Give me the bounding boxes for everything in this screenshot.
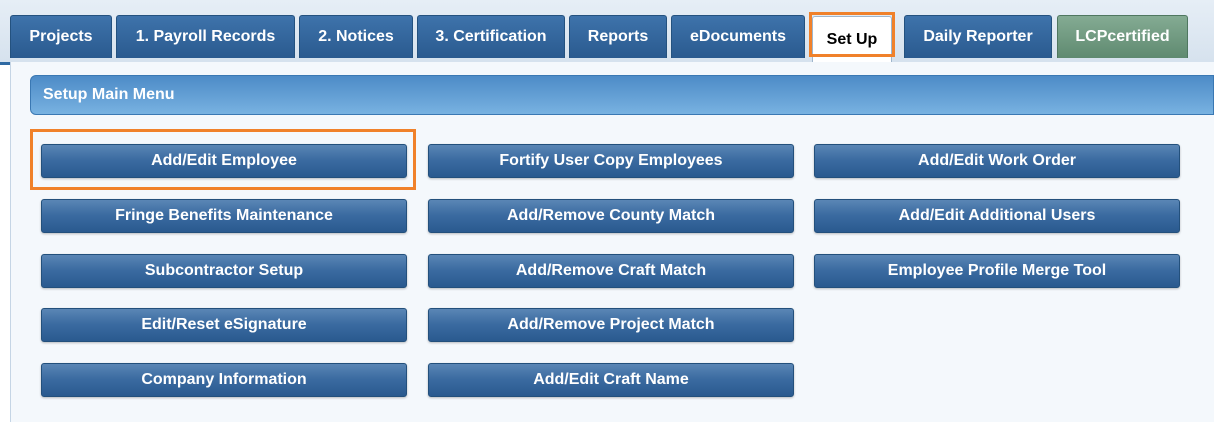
tab-payroll-records[interactable]: 1. Payroll Records: [116, 15, 295, 58]
add-edit-employee-button[interactable]: Add/Edit Employee: [41, 144, 407, 178]
edit-reset-esignature-button[interactable]: Edit/Reset eSignature: [41, 308, 407, 342]
company-information-button[interactable]: Company Information: [41, 363, 407, 397]
tab-lcpcertified[interactable]: LCPcertified: [1057, 15, 1188, 58]
fortify-user-copy-employees-button[interactable]: Fortify User Copy Employees: [428, 144, 794, 178]
tab-certification[interactable]: 3. Certification: [417, 15, 565, 58]
add-edit-work-order-button[interactable]: Add/Edit Work Order: [814, 144, 1180, 178]
fringe-benefits-maintenance-button[interactable]: Fringe Benefits Maintenance: [41, 199, 407, 233]
add-remove-craft-match-button[interactable]: Add/Remove Craft Match: [428, 254, 794, 288]
employee-profile-merge-tool-button[interactable]: Employee Profile Merge Tool: [814, 254, 1180, 288]
main-tab-bar: Projects 1. Payroll Records 2. Notices 3…: [0, 0, 1214, 65]
tab-reports[interactable]: Reports: [569, 15, 667, 58]
subcontractor-setup-button[interactable]: Subcontractor Setup: [41, 254, 407, 288]
add-edit-additional-users-button[interactable]: Add/Edit Additional Users: [814, 199, 1180, 233]
tab-edocuments[interactable]: eDocuments: [671, 15, 805, 58]
tab-projects[interactable]: Projects: [10, 15, 112, 58]
add-edit-craft-name-button[interactable]: Add/Edit Craft Name: [428, 363, 794, 397]
setup-main-menu-header: Setup Main Menu: [30, 75, 1214, 115]
tab-notices[interactable]: 2. Notices: [299, 15, 413, 58]
add-remove-project-match-button[interactable]: Add/Remove Project Match: [428, 308, 794, 342]
tab-setup[interactable]: Set Up: [812, 16, 892, 62]
tab-daily-reporter[interactable]: Daily Reporter: [904, 15, 1052, 58]
add-remove-county-match-button[interactable]: Add/Remove County Match: [428, 199, 794, 233]
